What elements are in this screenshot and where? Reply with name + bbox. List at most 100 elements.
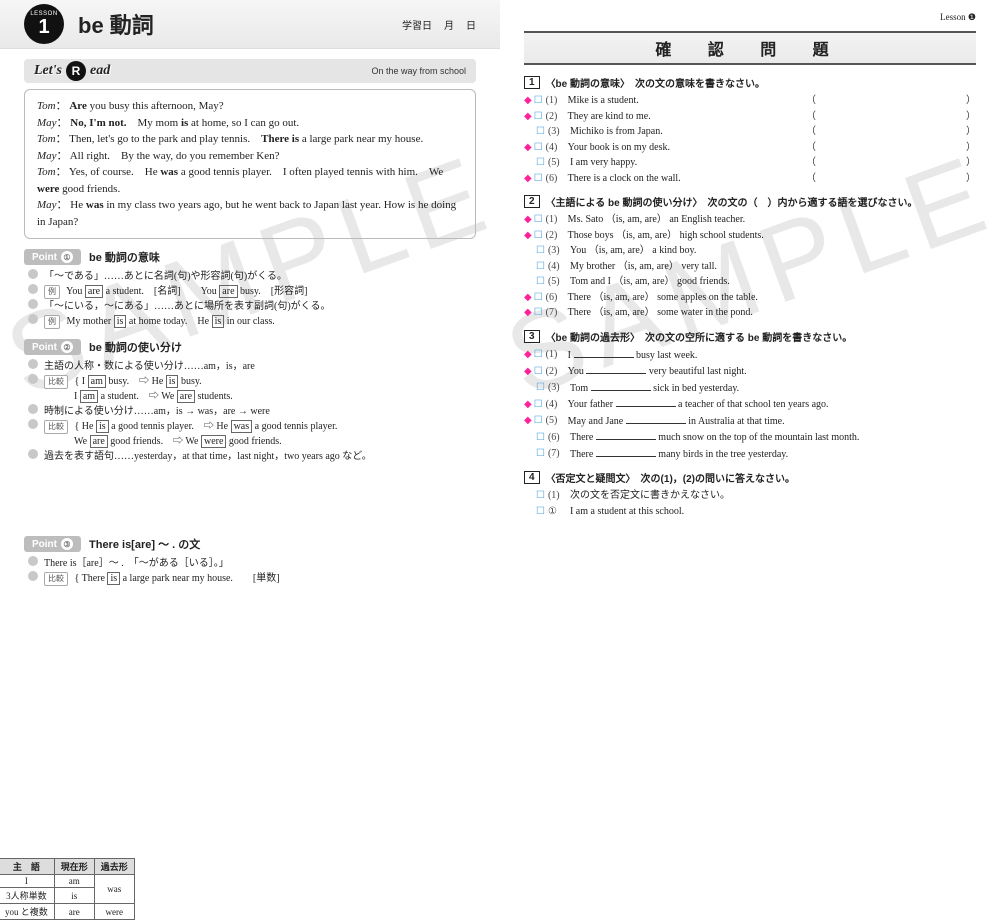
question-row: ◆☐(7)There （is, am, are） some water in t…	[524, 305, 976, 321]
verb-conjugation-table: 主 語現在形過去形 Iamwas 3人称単数is you と複数arewere	[0, 858, 135, 920]
item-text: There much snow on the top of the mounta…	[570, 429, 859, 446]
dialog-line: May： No, I'm not. My mom is at home, so …	[37, 115, 463, 132]
item-number: (4)	[548, 259, 570, 275]
lesson-badge: LESSON 1	[24, 4, 64, 44]
question-row: ◆☐(1)Ms. Sato （is, am, are） an English t…	[524, 212, 976, 228]
point-line: 例 My mother is at home today. He is in o…	[28, 314, 476, 329]
bullet-icon	[28, 571, 38, 581]
item-number: (5)	[548, 274, 570, 290]
read-label: ead	[90, 63, 110, 79]
item-number: (5)	[548, 155, 570, 171]
section-header: 3〈be 動詞の過去形〉 次の文の空所に適する be 動詞を書きなさい。	[524, 329, 976, 344]
section-header: 4 〈否定文と疑問文〉 次の(1)，(2)の問いに答えなさい。	[524, 470, 976, 485]
item-text: I busy last week.	[568, 347, 698, 364]
item-number: (7)	[546, 305, 568, 321]
section-title: 〈否定文と疑問文〉 次の(1)，(2)の問いに答えなさい。	[546, 470, 795, 485]
question-row: ☐(1)次の文を否定文に書きかえなさい。	[524, 488, 976, 504]
item-number: (3)	[548, 380, 570, 396]
question-row: ☐(3)You （is, am, are） a kind boy.	[524, 243, 976, 259]
point-line: 例 You are a student. [名詞] You are busy. …	[28, 284, 476, 299]
diamond-icon: ◆	[524, 397, 532, 413]
checkbox-icon: ☐	[536, 446, 545, 462]
item-text: Ms. Sato （is, am, are） an English teache…	[568, 212, 745, 228]
item-text: You very beautiful last night.	[568, 363, 747, 380]
diamond-icon: ◆	[524, 212, 532, 228]
item-text: Mike is a student.	[568, 93, 639, 109]
lesson-tag: Lesson ❶	[524, 10, 976, 25]
study-date: 学習日 月 日	[402, 17, 476, 32]
item-text: There （is, am, are） some water in the po…	[568, 305, 753, 321]
checkbox-icon: ☐	[534, 305, 543, 321]
item-number: (1)	[548, 488, 570, 504]
point-line: 「～である」……あとに名詞(句)や形容詞(句)がくる。	[28, 269, 476, 284]
item-number: (7)	[548, 446, 570, 462]
bullet-icon	[28, 374, 38, 384]
question-list: ◆☐(1)I busy last week.◆☐(2)You very beau…	[524, 347, 976, 463]
bullet-icon	[28, 404, 38, 414]
item-text: May and Jane in Australia at that time.	[568, 413, 785, 430]
diamond-icon: ◆	[524, 93, 532, 109]
section-header: 1〈be 動詞の意味〉 次の文の意味を書きなさい。	[524, 75, 976, 90]
item-number: (5)	[546, 413, 568, 429]
checkbox-icon: ☐	[534, 290, 543, 306]
item-text: Tom sick in bed yesterday.	[570, 380, 739, 397]
diamond-icon: ◆	[524, 413, 532, 429]
section-title: 〈be 動詞の意味〉 次の文の意味を書きなさい。	[546, 75, 765, 90]
diamond-icon	[524, 504, 534, 520]
point1-body: 「～である」……あとに名詞(句)や形容詞(句)がくる。例 You are a s…	[24, 269, 476, 329]
question-row: ◆☐(4)Your book is on my desk.（ ）	[524, 140, 976, 156]
item-number: ①	[548, 504, 570, 520]
item-text: There （is, am, are） some apples on the t…	[568, 290, 758, 306]
answer-paren: （ ）	[806, 124, 976, 140]
checkbox-icon: ☐	[536, 259, 545, 275]
item-number: (2)	[546, 109, 568, 125]
question-row: ☐(7)There many birds in the tree yesterd…	[524, 446, 976, 463]
point-line: 比較 { I am busy. ⇨ He is busy. I am a stu…	[28, 374, 476, 404]
diamond-icon: ◆	[524, 347, 532, 363]
question-row: ☐(3)Tom sick in bed yesterday.	[524, 380, 976, 397]
question-row: ☐(4)My brother （is, am, are） very tall.	[524, 259, 976, 275]
section-number: 3	[524, 330, 540, 343]
section-header: 2〈主語による be 動詞の使い分け〉 次の文の（ ）内から適する語を選びなさい…	[524, 194, 976, 209]
diamond-icon: ◆	[524, 228, 532, 244]
checkbox-icon: ☐	[534, 397, 543, 413]
bullet-icon	[28, 314, 38, 324]
checkbox-icon: ☐	[536, 124, 545, 140]
item-text: Tom and I （is, am, are） good friends.	[570, 274, 730, 290]
diamond-icon: ◆	[524, 290, 532, 306]
checkbox-icon: ☐	[534, 364, 543, 380]
confirmation-header: 確 認 問 題	[524, 31, 976, 65]
checkbox-icon: ☐	[534, 347, 543, 363]
lesson-header: LESSON 1 be 動詞 学習日 月 日	[0, 0, 500, 49]
checkbox-icon: ☐	[534, 413, 543, 429]
point1-badge: Point①	[24, 249, 81, 265]
question-row: ◆☐(2)Those boys （is, am, are） high schoo…	[524, 228, 976, 244]
item-number: (1)	[546, 93, 568, 109]
item-text: Those boys （is, am, are） high school stu…	[568, 228, 764, 244]
point-line: 比較 { There is a large park near my house…	[28, 571, 476, 586]
dialog-line: Tom： Then, let's go to the park and play…	[37, 131, 463, 148]
question-sections: 1〈be 動詞の意味〉 次の文の意味を書きなさい。◆☐(1)Mike is a …	[524, 75, 976, 519]
bullet-icon	[28, 419, 38, 429]
date-month: 月	[444, 17, 454, 32]
checkbox-icon: ☐	[536, 380, 545, 396]
bullet-icon	[28, 284, 38, 294]
dialog-line: Tom： Yes, of course. He was a good tenni…	[37, 164, 463, 197]
point1-bar: Point① be 動詞の意味	[24, 249, 476, 265]
question-row: ◆☐(6)There （is, am, are） some apples on …	[524, 290, 976, 306]
question-row: ☐(6)There much snow on the top of the mo…	[524, 429, 976, 446]
question-row: ☐(5)Tom and I （is, am, are） good friends…	[524, 274, 976, 290]
question-row: ☐(3)Michiko is from Japan.（ ）	[524, 124, 976, 140]
question-row: ◆☐(4)Your father a teacher of that schoo…	[524, 396, 976, 413]
checkbox-icon: ☐	[534, 228, 543, 244]
question-row: ◆☐(6)There is a clock on the wall.（ ）	[524, 171, 976, 187]
section-number: 4	[524, 471, 540, 484]
point2-title: be 動詞の使い分け	[89, 339, 182, 355]
checkbox-icon: ☐	[534, 140, 543, 156]
checkbox-icon: ☐	[536, 155, 545, 171]
answer-paren: （ ）	[806, 93, 976, 109]
point-line: There is［are］～ . 「～がある［いる］。」	[28, 556, 476, 571]
item-number: (4)	[546, 140, 568, 156]
item-number: (4)	[546, 397, 568, 413]
diamond-icon	[524, 155, 534, 171]
